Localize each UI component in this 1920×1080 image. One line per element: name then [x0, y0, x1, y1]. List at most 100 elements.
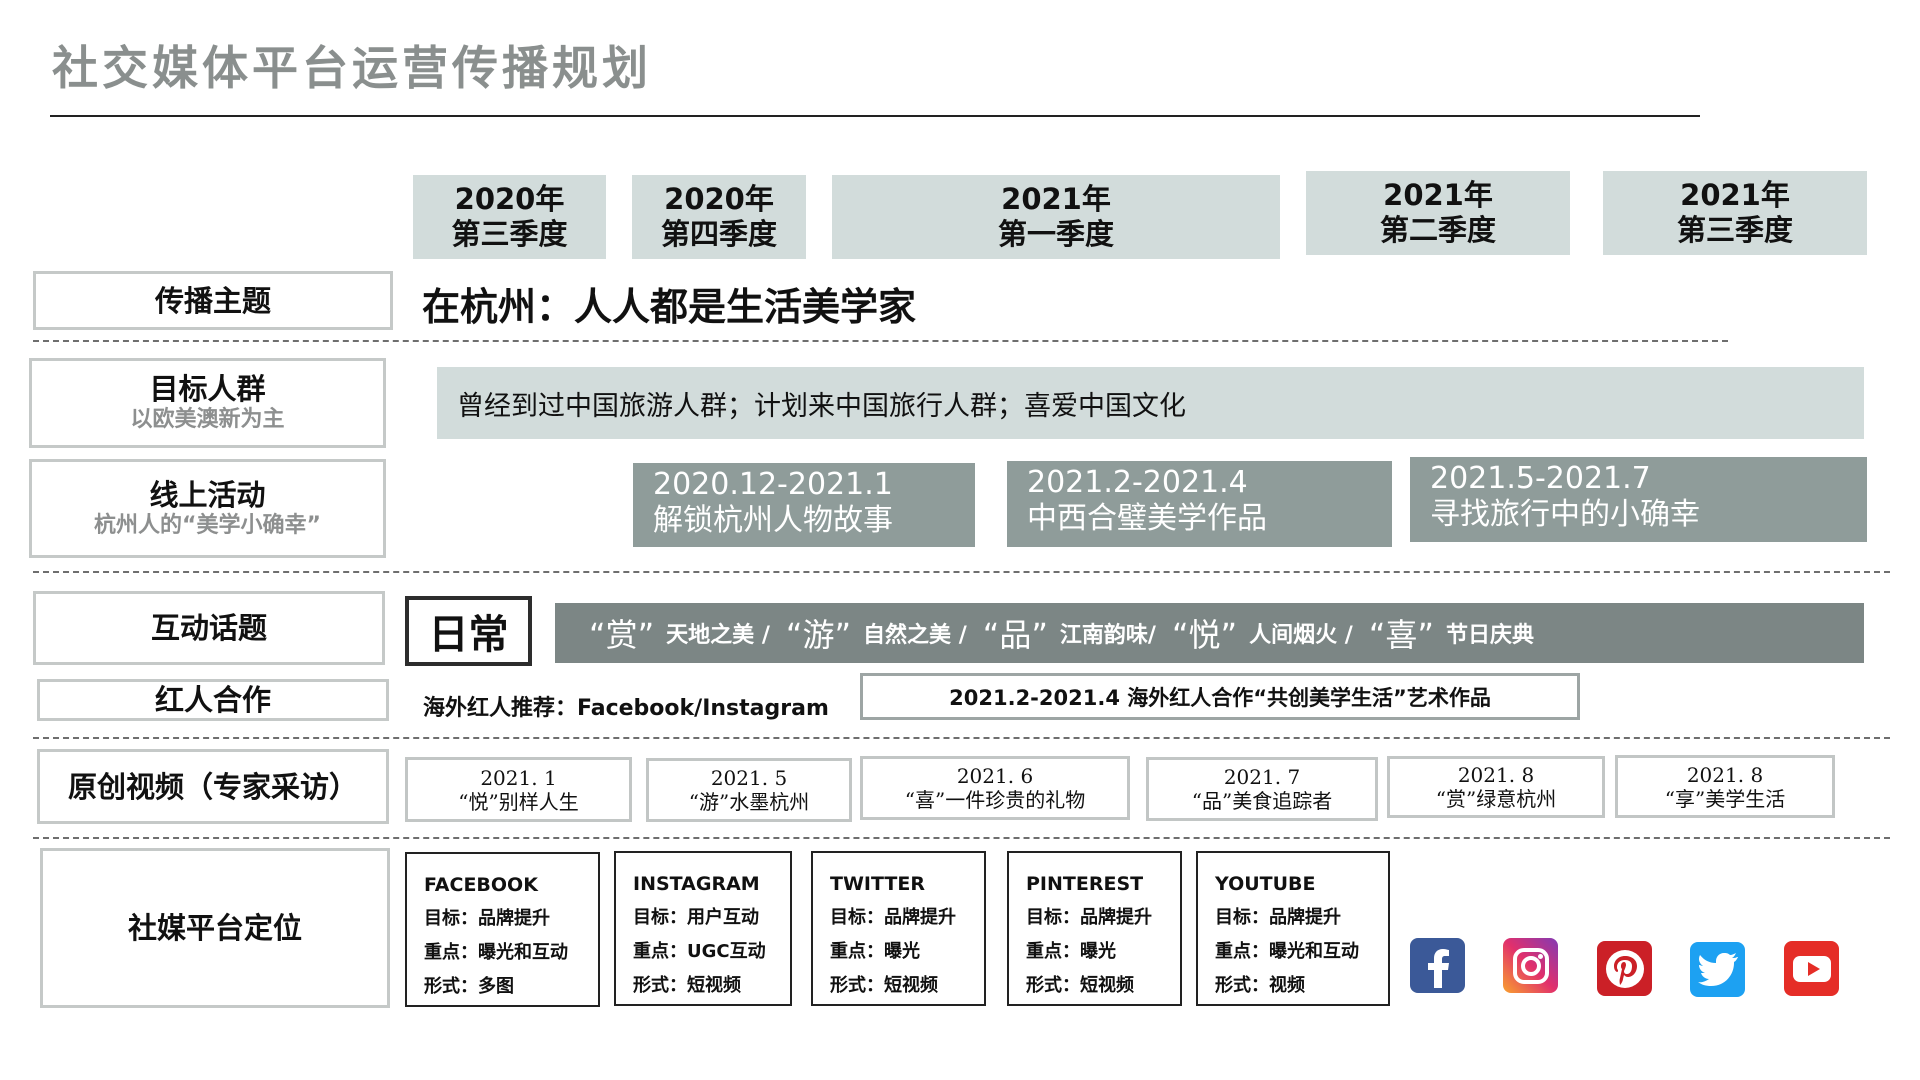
- platform-goal: 目标：品牌提升: [424, 908, 550, 929]
- video-card: 2021. 7 “品”美食追踪者: [1146, 757, 1378, 821]
- quarter-name: 第三季度: [451, 217, 568, 251]
- quarter-year: 2020年: [454, 182, 565, 216]
- instagram-icon[interactable]: [1503, 938, 1558, 993]
- activity-block: 2021.2-2021.4 中西合璧美学作品: [1007, 461, 1392, 547]
- kol-text: 海外红人推荐：Facebook/Instagram: [423, 696, 829, 721]
- activity-block: 2021.5-2021.7 寻找旅行中的小确幸: [1410, 457, 1867, 542]
- row-label-text: 原创视频（专家采访）: [67, 769, 358, 804]
- page-title: 社交媒体平台运营传播规划: [52, 41, 652, 95]
- quarter-year: 2020年: [664, 182, 774, 216]
- video-card: 2021. 5 “游”水墨杭州: [646, 758, 852, 822]
- video-date: 2021. 7: [1223, 765, 1301, 789]
- video-title: “游”水墨杭州: [688, 790, 810, 814]
- video-title: “喜”一件珍贵的礼物: [904, 788, 1086, 812]
- video-title: “品”美食追踪者: [1191, 789, 1333, 813]
- platform-form: 形式：短视频: [830, 975, 938, 996]
- quarter-header: 2021年 第二季度: [1306, 171, 1570, 255]
- platform-name: FACEBOOK: [424, 874, 538, 896]
- row-label-audience: 目标人群 以欧美澳新为主: [29, 358, 386, 448]
- row-label-text: 红人合作: [154, 683, 271, 717]
- topic-word: “品”: [982, 616, 1048, 654]
- platform-card-twitter: TWITTER 目标：品牌提升 重点：曝光 形式：短视频: [811, 851, 986, 1006]
- platform-focus: 重点：UGC互动: [633, 941, 766, 962]
- row-label-subtext: 以欧美澳新为主: [130, 407, 285, 432]
- platform-form: 形式：短视频: [633, 975, 741, 996]
- platform-goal: 目标：品牌提升: [1215, 907, 1341, 928]
- topic-word: “喜”: [1368, 616, 1435, 654]
- quarter-header: 2020年 第四季度: [632, 175, 806, 259]
- platform-goal: 目标：品牌提升: [830, 907, 956, 928]
- facebook-icon[interactable]: [1410, 938, 1465, 993]
- quarter-year: 2021年: [1001, 182, 1111, 216]
- topic-desc: 节日庆典: [1446, 623, 1535, 648]
- video-card: 2021. 6 “喜”一件珍贵的礼物: [860, 756, 1130, 820]
- activity-date: 2021.2-2021.4: [1027, 465, 1248, 500]
- topic-desc: 天地之美 /: [666, 623, 770, 648]
- quarter-year: 2021年: [1383, 178, 1493, 212]
- platform-goal: 目标：品牌提升: [1026, 907, 1152, 928]
- activity-name: 解锁杭州人物故事: [653, 503, 893, 538]
- audience-text: 曾经到过中国旅游人群；计划来中国旅行人群；喜爱中国文化: [457, 390, 1186, 422]
- platform-focus: 重点：曝光: [1026, 941, 1116, 962]
- platform-name: TWITTER: [830, 873, 925, 895]
- video-title: “悦”别样人生: [458, 789, 579, 814]
- video-card: 2021. 8 “赏”绿意杭州: [1387, 756, 1605, 818]
- platform-name: PINTEREST: [1026, 873, 1144, 895]
- topic-desc: 自然之美 /: [863, 623, 967, 648]
- quarter-name: 第一季度: [997, 217, 1114, 251]
- pinterest-icon[interactable]: [1597, 941, 1652, 996]
- topic-word: “悦”: [1171, 616, 1238, 654]
- row-label-text: 传播主题: [154, 283, 271, 318]
- row-label-online-activity: 线上活动 杭州人的“美学小确幸”: [29, 459, 386, 558]
- theme-text: 在杭州：人人都是生活美学家: [422, 285, 917, 329]
- kol-campaign-box: 2021.2-2021.4 海外红人合作“共创美学生活”艺术作品: [860, 673, 1580, 720]
- video-date: 2021. 6: [956, 764, 1034, 788]
- activity-date: 2020.12-2021.1: [653, 467, 893, 502]
- platform-focus: 重点：曝光: [830, 941, 920, 962]
- platform-name: YOUTUBE: [1215, 873, 1316, 895]
- topic-desc: 人间烟火 /: [1249, 623, 1353, 648]
- row-label-text: 线上活动: [149, 477, 266, 512]
- quarter-name: 第三季度: [1676, 213, 1793, 247]
- quarter-year: 2021年: [1680, 178, 1790, 212]
- activity-date: 2021.5-2021.7: [1430, 461, 1651, 496]
- platform-goal: 目标：用户互动: [633, 907, 759, 928]
- platform-focus: 重点：曝光和互动: [1215, 941, 1359, 962]
- platform-name: INSTAGRAM: [633, 873, 760, 895]
- row-label-platforms: 社媒平台定位: [40, 848, 390, 1008]
- youtube-icon[interactable]: [1784, 941, 1839, 996]
- platform-card-youtube: YOUTUBE 目标：品牌提升 重点：曝光和互动 形式：视频: [1196, 851, 1390, 1006]
- quarter-name: 第四季度: [660, 217, 777, 251]
- platform-card-instagram: INSTAGRAM 目标：用户互动 重点：UGC互动 形式：短视频: [614, 851, 792, 1006]
- activity-name: 寻找旅行中的小确幸: [1430, 497, 1700, 532]
- video-card: 2021. 1 “悦”别样人生: [405, 757, 632, 822]
- row-divider: [33, 737, 1890, 739]
- row-label-theme: 传播主题: [33, 271, 393, 330]
- topic-word: “赏”: [589, 616, 655, 654]
- platform-form: 形式：视频: [1215, 975, 1305, 996]
- video-date: 2021. 5: [710, 766, 788, 790]
- quarter-header: 2021年 第一季度: [832, 175, 1280, 259]
- activity-block: 2020.12-2021.1 解锁杭州人物故事: [633, 463, 975, 547]
- video-date: 2021. 1: [480, 765, 557, 790]
- video-title: “享”美学生活: [1664, 786, 1786, 811]
- row-divider: [33, 837, 1890, 839]
- row-label-topics: 互动话题: [33, 591, 385, 665]
- platform-card-facebook: FACEBOOK 目标：品牌提升 重点：曝光和互动 形式：多图: [405, 852, 600, 1007]
- topics-bar: “赏” 天地之美 / “游” 自然之美 / “品” 江南韵味/ “悦” 人间烟火…: [555, 603, 1864, 663]
- row-label-videos: 原创视频（专家采访）: [37, 749, 389, 824]
- title-divider: [50, 115, 1700, 117]
- row-divider: [33, 340, 1728, 342]
- activity-name: 中西合璧美学作品: [1027, 501, 1267, 536]
- row-divider: [33, 571, 1890, 573]
- quarter-name: 第二季度: [1379, 213, 1496, 247]
- twitter-icon[interactable]: [1690, 942, 1745, 997]
- platform-focus: 重点：曝光和互动: [424, 942, 568, 963]
- row-label-text: 社媒平台定位: [127, 911, 302, 945]
- topic-desc: 江南韵味/: [1059, 623, 1156, 648]
- row-label-text: 互动话题: [150, 611, 267, 645]
- platform-form: 形式：多图: [424, 976, 514, 997]
- daily-label: 日常: [405, 596, 532, 666]
- quarter-header: 2020年 第三季度: [413, 175, 606, 259]
- topic-word: “游”: [785, 616, 852, 654]
